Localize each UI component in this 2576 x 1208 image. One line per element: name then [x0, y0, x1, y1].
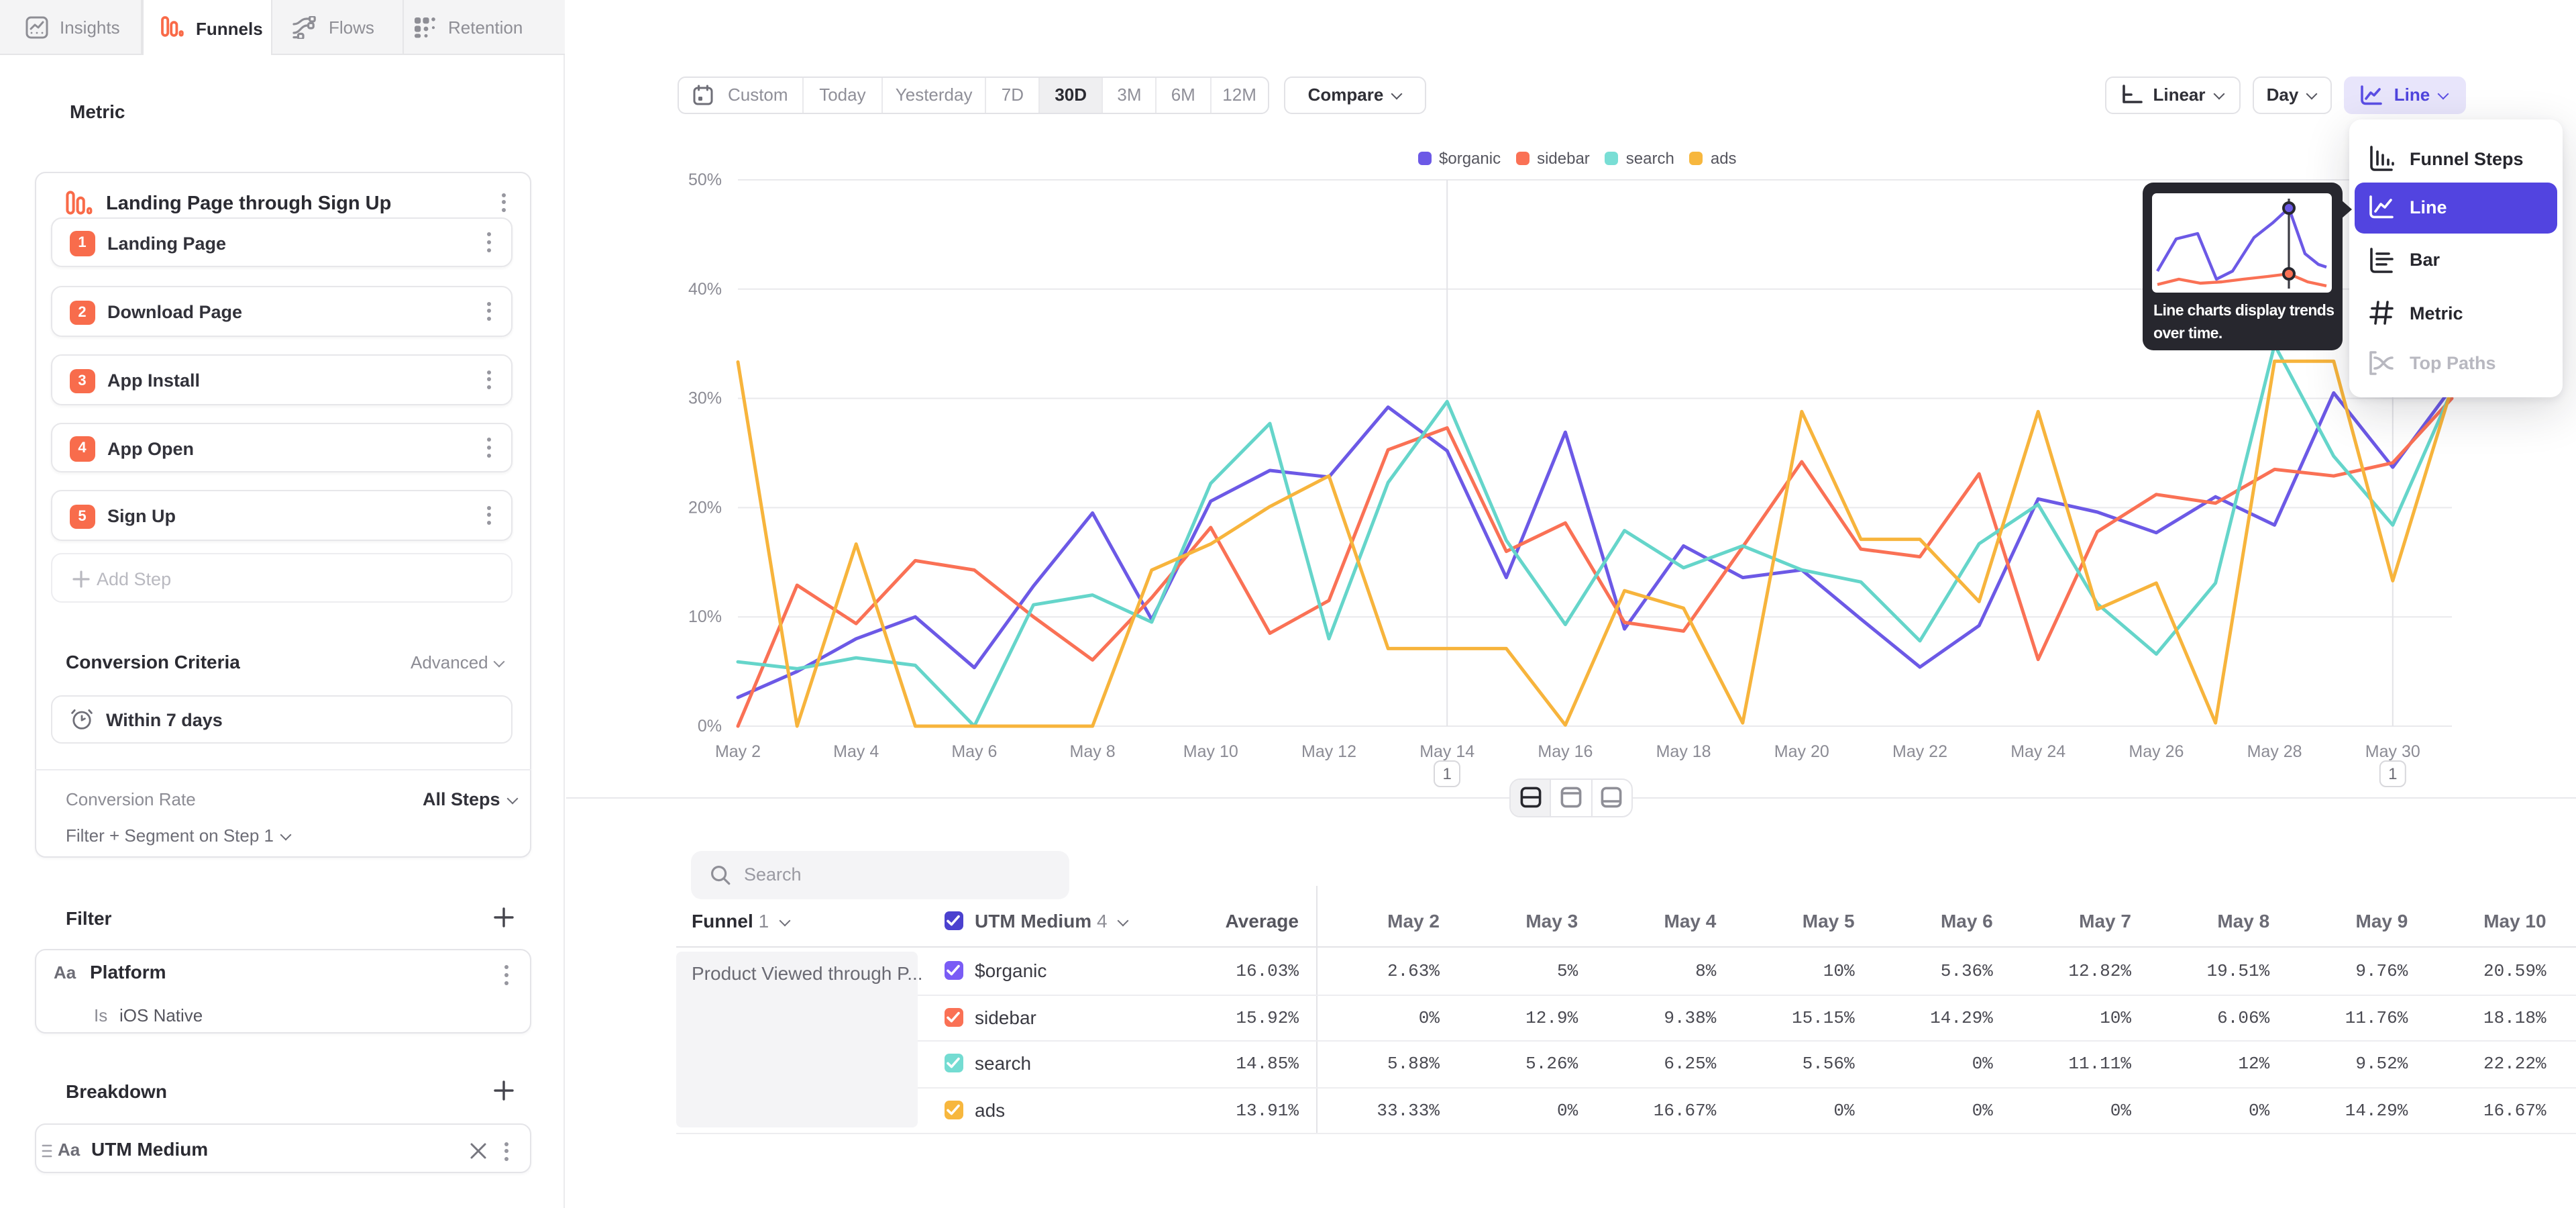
svg-text:10%: 10%	[688, 607, 722, 626]
svg-text:May 4: May 4	[833, 742, 879, 761]
svg-text:1: 1	[2388, 765, 2397, 783]
svg-text:May 26: May 26	[2129, 742, 2184, 761]
svg-text:May 16: May 16	[1538, 742, 1593, 761]
svg-text:1: 1	[1443, 765, 1452, 783]
svg-text:May 2: May 2	[715, 742, 761, 761]
svg-text:May 30: May 30	[2365, 742, 2420, 761]
svg-text:May 28: May 28	[2247, 742, 2302, 761]
svg-text:May 22: May 22	[1892, 742, 1947, 761]
svg-text:May 18: May 18	[1656, 742, 1711, 761]
svg-text:40%: 40%	[688, 280, 722, 299]
svg-text:May 14: May 14	[1419, 742, 1474, 761]
svg-text:30%: 30%	[688, 389, 722, 408]
svg-text:May 24: May 24	[2010, 742, 2065, 761]
svg-text:May 12: May 12	[1301, 742, 1356, 761]
svg-text:May 8: May 8	[1070, 742, 1116, 761]
svg-text:May 6: May 6	[951, 742, 997, 761]
svg-text:0%: 0%	[698, 717, 722, 736]
svg-text:May 10: May 10	[1183, 742, 1238, 761]
svg-text:20%: 20%	[688, 498, 722, 517]
svg-text:50%: 50%	[688, 170, 722, 189]
svg-text:May 20: May 20	[1774, 742, 1829, 761]
